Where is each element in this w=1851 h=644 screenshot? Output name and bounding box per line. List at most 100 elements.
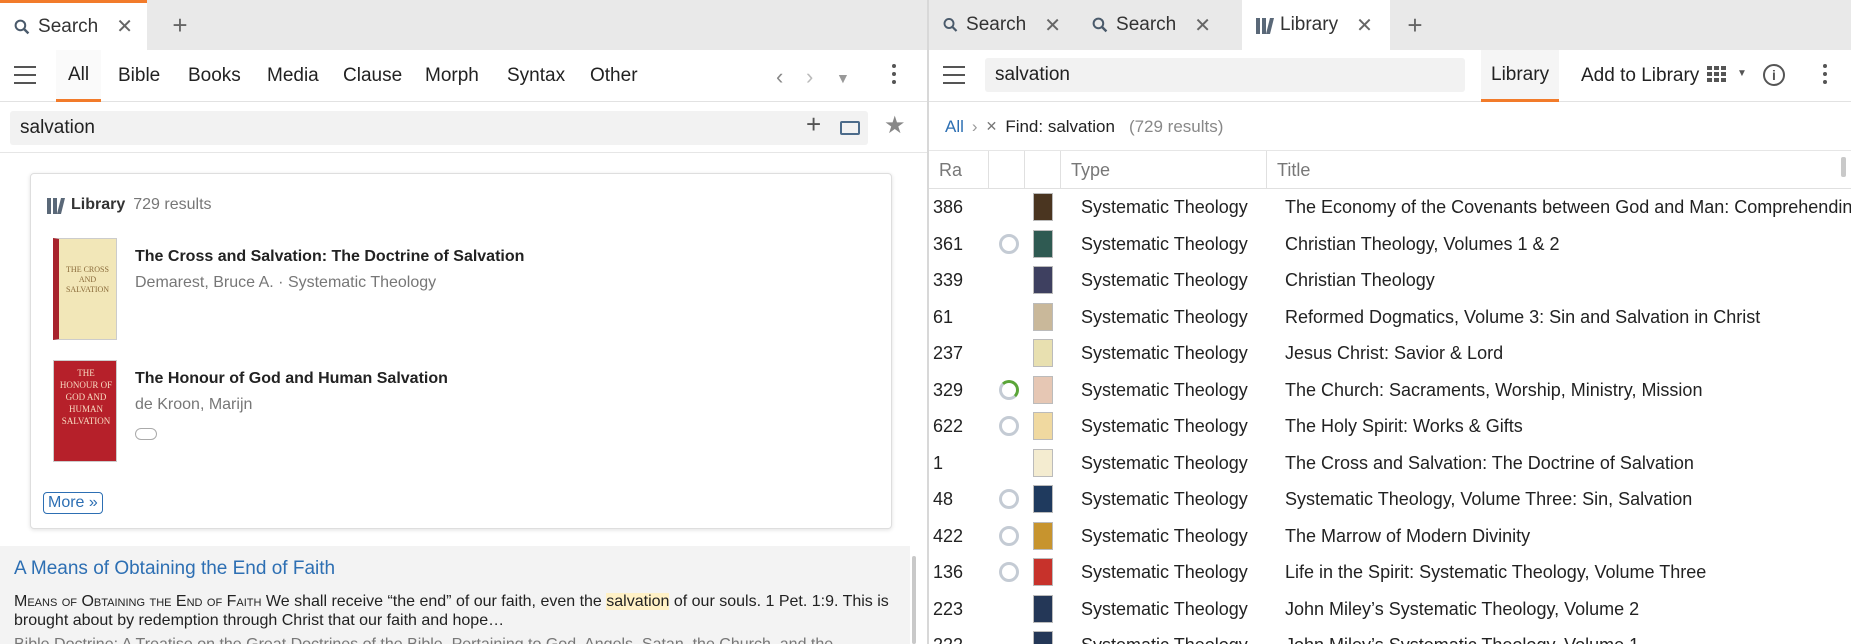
- table-row[interactable]: 1 Systematic Theology The Cross and Salvat…: [929, 445, 1851, 482]
- library-results-card: Library 729 results THE CROSS AND SALVAT…: [30, 173, 892, 529]
- book-title[interactable]: The Honour of God and Human Salvation: [135, 370, 448, 388]
- more-options-icon[interactable]: [1823, 64, 1829, 88]
- library-table: Ra Type Title 386 Systematic Theology The …: [929, 151, 1851, 644]
- tab-search[interactable]: Search ✕: [929, 0, 1075, 50]
- result-title[interactable]: A Means of Obtaining the End of Faith: [14, 558, 335, 580]
- chevron-down-icon[interactable]: ▼: [836, 70, 850, 86]
- menu-icon[interactable]: [14, 66, 36, 84]
- title-cell[interactable]: John Miley’s Systematic Theology, Volume…: [1285, 591, 1851, 628]
- table-row[interactable]: 339 Systematic Theology Christian Theology: [929, 262, 1851, 299]
- info-icon[interactable]: i: [1763, 64, 1785, 86]
- table-row[interactable]: 223 Systematic Theology John Miley’s Syste…: [929, 591, 1851, 628]
- table-row[interactable]: 329 Systematic Theology The Church: Sacram…: [929, 372, 1851, 409]
- title-cell[interactable]: John Miley’s Systematic Theology, Volume…: [1285, 627, 1851, 644]
- filter-tab-bible[interactable]: Bible: [106, 50, 172, 102]
- book-thumbnail: [1033, 521, 1053, 550]
- tab-search[interactable]: Search ✕: [1078, 0, 1225, 50]
- search-result: A Means of Obtaining the End of Faith Me…: [0, 546, 910, 644]
- filter-tab-media[interactable]: Media: [255, 50, 331, 102]
- title-cell[interactable]: Jesus Christ: Savior & Lord: [1285, 335, 1851, 372]
- star-icon[interactable]: ★: [884, 111, 906, 140]
- result-source[interactable]: Bible Doctrine: A Treatise on the Great …: [14, 636, 833, 644]
- tab-search[interactable]: Search ✕: [0, 0, 147, 50]
- close-icon[interactable]: ✕: [116, 14, 133, 39]
- cloud-icon: [135, 428, 157, 440]
- filter-tab-other[interactable]: Other: [578, 50, 650, 102]
- rank-cell: 223: [933, 598, 964, 619]
- type-cell: Systematic Theology: [1081, 627, 1265, 644]
- title-cell[interactable]: The Church: Sacraments, Worship, Ministr…: [1285, 372, 1851, 409]
- tab-library-view[interactable]: Library: [1481, 50, 1560, 102]
- tab-library[interactable]: Library ✕: [1242, 0, 1390, 50]
- rank-cell: 61: [933, 306, 954, 327]
- type-cell: Systematic Theology: [1081, 197, 1248, 217]
- download-status-icon: [999, 562, 1019, 582]
- book-result[interactable]: THE HONOUR OF GOD AND HUMAN SALVATION Th…: [53, 360, 448, 462]
- title-cell[interactable]: Christian Theology: [1285, 262, 1851, 299]
- book-title[interactable]: The Cross and Salvation: The Doctrine of…: [135, 248, 524, 266]
- rank-cell: 329: [933, 379, 964, 400]
- new-tab-button[interactable]: +: [1395, 0, 1435, 50]
- table-row[interactable]: 237 Systematic Theology Jesus Christ: Savi…: [929, 335, 1851, 372]
- table-row[interactable]: 61 Systematic Theology Reformed Dogmatics,…: [929, 299, 1851, 336]
- table-row[interactable]: 48 Systematic Theology Systematic Theology…: [929, 481, 1851, 518]
- chevron-down-icon[interactable]: ▼: [1737, 68, 1747, 79]
- table-row[interactable]: 361 Systematic Theology Christian Theology…: [929, 226, 1851, 263]
- column-header-type[interactable]: Type: [1061, 151, 1267, 189]
- menu-icon[interactable]: [943, 66, 965, 84]
- title-cell[interactable]: Christian Theology, Volumes 1 & 2: [1285, 226, 1851, 263]
- add-to-library-button[interactable]: Add to Library: [1571, 50, 1709, 102]
- filter-tab-clause[interactable]: Clause: [331, 50, 414, 102]
- title-cell[interactable]: The Economy of the Covenants between God…: [1285, 189, 1851, 226]
- search-input[interactable]: [10, 111, 730, 145]
- filter-tab-syntax[interactable]: Syntax: [495, 50, 577, 102]
- search-icon: [14, 19, 30, 34]
- column-header-status[interactable]: [989, 151, 1025, 189]
- title-cell[interactable]: Systematic Theology, Volume Three: Sin, …: [1285, 481, 1851, 518]
- remove-filter-icon[interactable]: ✕: [986, 118, 998, 135]
- title-cell[interactable]: Life in the Spirit: Systematic Theology,…: [1285, 554, 1851, 591]
- tab-label: Search: [966, 14, 1027, 35]
- column-header-cover[interactable]: [1025, 151, 1061, 189]
- forward-arrow-icon[interactable]: ›: [806, 64, 813, 90]
- rank-cell: 237: [933, 343, 964, 363]
- filter-tab-books[interactable]: Books: [176, 50, 253, 102]
- type-cell: Systematic Theology: [1081, 525, 1248, 546]
- title-cell[interactable]: The Holy Spirit: Works & Gifts: [1285, 408, 1851, 445]
- more-options-icon[interactable]: [892, 64, 898, 88]
- scrollbar[interactable]: [912, 556, 916, 644]
- back-arrow-icon[interactable]: ‹: [776, 64, 783, 90]
- close-icon[interactable]: ✕: [1044, 13, 1061, 38]
- table-row[interactable]: 222 Systematic Theology John Miley’s Syste…: [929, 627, 1851, 644]
- title-cell[interactable]: The Marrow of Modern Divinity: [1285, 518, 1851, 555]
- tab-label: Library: [1280, 14, 1339, 35]
- title-cell[interactable]: Reformed Dogmatics, Volume 3: Sin and Sa…: [1285, 299, 1851, 336]
- library-toolbar: ✕ Library Add to Library ▼ i: [929, 50, 1851, 102]
- library-search-input[interactable]: [985, 58, 1405, 92]
- more-button[interactable]: More »: [43, 492, 103, 514]
- add-icon[interactable]: +: [806, 109, 821, 140]
- book-result[interactable]: THE CROSS AND SALVATION The Cross and Sa…: [53, 238, 524, 340]
- filter-tab-all[interactable]: All: [56, 50, 102, 102]
- column-header-title[interactable]: Title: [1267, 151, 1851, 189]
- view-grid-icon[interactable]: [1707, 66, 1726, 82]
- close-icon[interactable]: ✕: [1356, 13, 1373, 38]
- library-search-box: ✕: [985, 58, 1499, 92]
- filter-tab-morph[interactable]: Morph: [413, 50, 491, 102]
- breadcrumb-all[interactable]: All: [945, 117, 964, 137]
- cover-text: THE CROSS AND SALVATION: [65, 265, 110, 294]
- table-row[interactable]: 386 Systematic Theology The Economy of the…: [929, 189, 1851, 226]
- rank-cell: 422: [933, 525, 964, 546]
- results-count: 729 results: [133, 196, 212, 213]
- rank-cell: 386: [933, 197, 964, 217]
- new-tab-button[interactable]: +: [160, 0, 200, 50]
- column-header-rank[interactable]: Ra: [929, 151, 989, 189]
- close-icon[interactable]: ✕: [1194, 13, 1211, 38]
- table-row[interactable]: 422 Systematic Theology The Marrow of Mode…: [929, 518, 1851, 555]
- table-row[interactable]: 136 Systematic Theology Life in the Spirit…: [929, 554, 1851, 591]
- book-thumbnail: [1033, 375, 1053, 404]
- keyboard-icon[interactable]: [840, 121, 860, 135]
- table-row[interactable]: 622 Systematic Theology The Holy Spirit: W…: [929, 408, 1851, 445]
- title-cell[interactable]: The Cross and Salvation: The Doctrine of…: [1285, 445, 1851, 482]
- scrollbar[interactable]: [1841, 157, 1846, 177]
